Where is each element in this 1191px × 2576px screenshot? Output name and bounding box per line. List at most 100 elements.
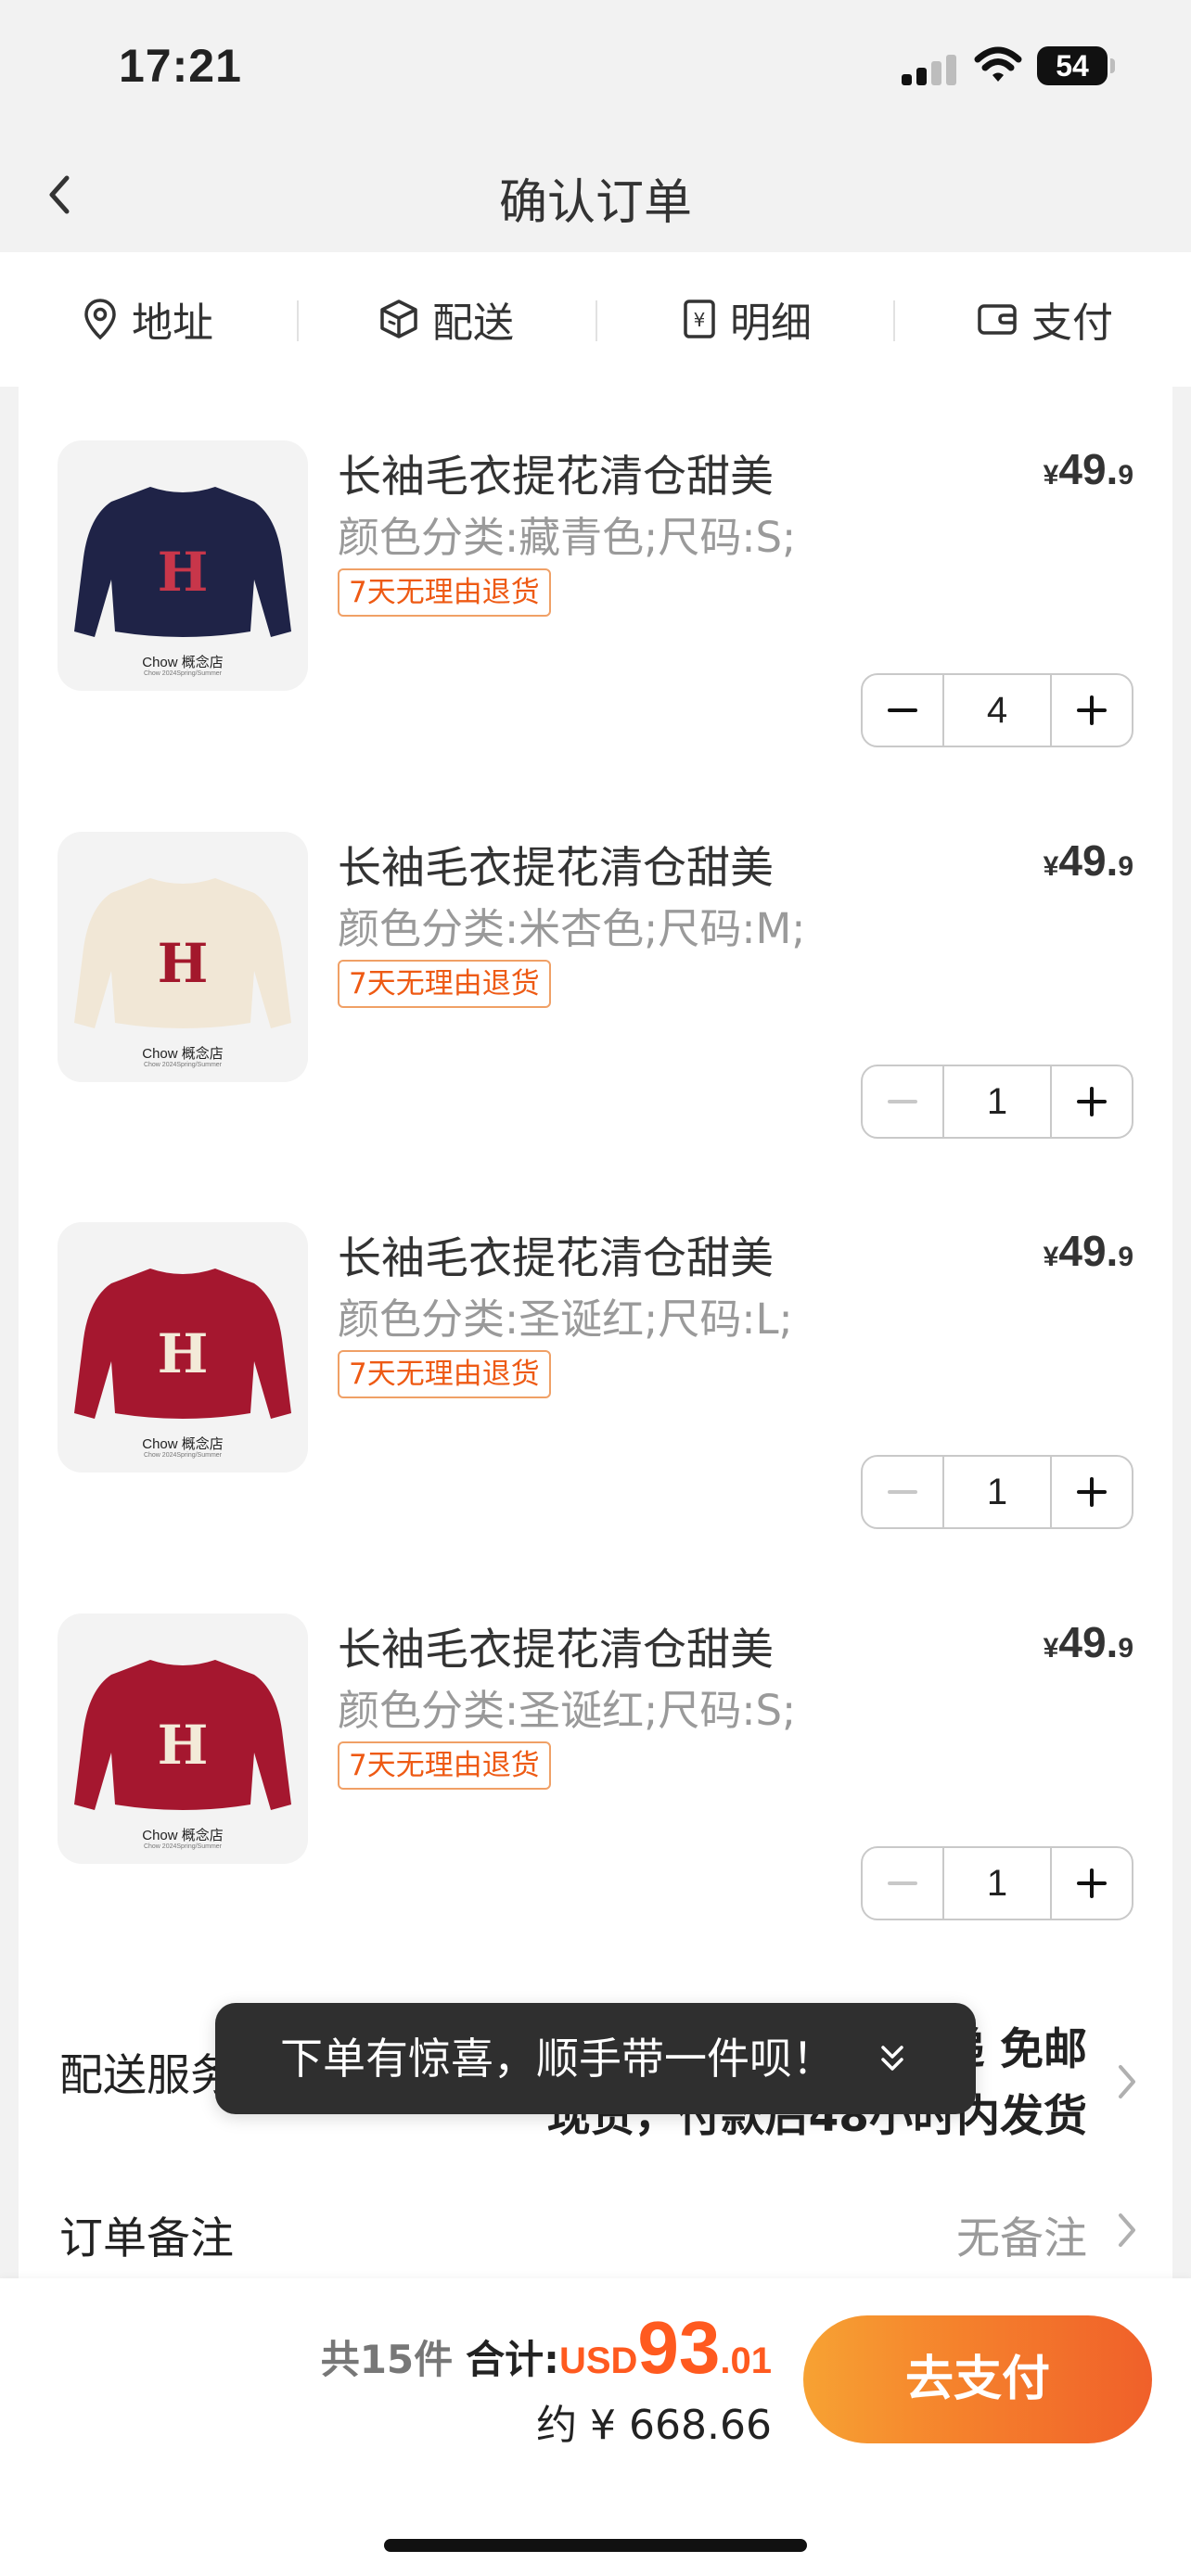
plus-icon <box>1077 695 1107 725</box>
product-item: H Chow 概念店 Chow 2024Spring/Summer 长袖毛衣提花… <box>19 387 1172 776</box>
minus-icon <box>888 708 917 712</box>
quantity-stepper: 4 <box>861 673 1133 747</box>
price-integer: 49. <box>1058 1618 1119 1666</box>
nav-bar: 确认订单 <box>0 139 1191 252</box>
status-bar: 17:21 54 <box>0 0 1191 139</box>
return-policy-tag: 7天无理由退货 <box>338 960 551 1008</box>
divider <box>893 300 895 341</box>
approx-total: 约 ¥ 668.66 <box>536 2402 772 2449</box>
tab-details-label: 明细 <box>730 300 812 347</box>
tab-address[interactable]: 地址 <box>82 286 213 352</box>
plus-icon <box>1077 1868 1107 1898</box>
product-image[interactable]: H Chow 概念店 Chow 2024Spring/Summer <box>58 1613 308 1864</box>
plus-icon <box>1077 1477 1107 1507</box>
decrease-button[interactable] <box>863 1457 942 1527</box>
checkout-steps: 地址 配送 ¥ 明细 支付 <box>0 252 1191 387</box>
store-sublabel: Chow 2024Spring/Summer <box>143 1452 223 1459</box>
price-decimal: 9 <box>1118 1242 1133 1272</box>
product-price: ¥49.9 <box>1044 1617 1133 1667</box>
quantity-value[interactable]: 1 <box>942 1066 1052 1137</box>
price-currency: ¥ <box>1043 460 1059 491</box>
remark-value: 无备注 <box>956 2213 1087 2264</box>
store-label: Chow 概念店 <box>142 655 224 670</box>
price-decimal: 9 <box>1118 460 1133 491</box>
product-item: H Chow 概念店 Chow 2024Spring/Summer 长袖毛衣提花… <box>19 1168 1172 1558</box>
store-sublabel: Chow 2024Spring/Summer <box>143 1062 223 1068</box>
double-chevron-down-icon <box>881 2046 903 2071</box>
product-item: H Chow 概念店 Chow 2024Spring/Summer 长袖毛衣提花… <box>19 778 1172 1167</box>
product-item: H Chow 概念店 Chow 2024Spring/Summer 长袖毛衣提花… <box>19 1560 1172 1949</box>
order-total: 共15件 合计: USD 93 .01 <box>321 2306 772 2390</box>
quantity-value[interactable]: 4 <box>942 675 1052 746</box>
product-variant[interactable]: 颜色分类:圣诞红;尺码:S; <box>338 1677 796 1737</box>
page-title: 确认订单 <box>498 175 692 231</box>
tab-delivery-label: 配送 <box>432 300 514 347</box>
product-price: ¥49.9 <box>1044 835 1133 886</box>
product-image[interactable]: H Chow 概念店 Chow 2024Spring/Summer <box>58 1222 308 1473</box>
svg-text:¥: ¥ <box>694 309 706 331</box>
return-policy-tag: 7天无理由退货 <box>338 1350 551 1398</box>
svg-text:H: H <box>158 1322 209 1385</box>
decrease-button[interactable] <box>863 1848 942 1919</box>
wallet-icon <box>978 304 1017 335</box>
product-title[interactable]: 长袖毛衣提花清仓甜美 <box>338 440 774 504</box>
price-integer: 49. <box>1058 445 1119 493</box>
store-label: Chow 概念店 <box>142 1828 224 1843</box>
return-policy-tag: 7天无理由退货 <box>338 568 551 617</box>
order-remark-row[interactable]: 订单备注 无备注 <box>19 2165 1172 2276</box>
product-price: ¥49.9 <box>1044 444 1133 494</box>
store-sublabel: Chow 2024Spring/Summer <box>143 1843 223 1850</box>
total-label: 合计: <box>466 2337 559 2382</box>
product-price: ¥49.9 <box>1044 1226 1133 1276</box>
signal-icon <box>902 54 957 85</box>
decrease-button[interactable] <box>863 675 942 746</box>
store-label: Chow 概念店 <box>142 1436 224 1452</box>
product-variant[interactable]: 颜色分类:米杏色;尺码:M; <box>338 895 805 955</box>
chevron-right-icon <box>1119 2065 1135 2098</box>
tab-address-label: 地址 <box>132 300 213 347</box>
product-image[interactable]: H Chow 概念店 Chow 2024Spring/Summer <box>58 440 308 691</box>
svg-text:H: H <box>158 932 209 995</box>
package-icon <box>380 300 417 338</box>
quantity-value[interactable]: 1 <box>942 1848 1052 1919</box>
quantity-stepper: 1 <box>861 1846 1133 1920</box>
order-content: H Chow 概念店 Chow 2024Spring/Summer 长袖毛衣提花… <box>19 387 1172 2278</box>
tab-delivery[interactable]: 配送 <box>378 286 514 352</box>
total-integer: 93 <box>637 2306 721 2389</box>
product-image[interactable]: H Chow 概念店 Chow 2024Spring/Summer <box>58 832 308 1082</box>
return-policy-tag: 7天无理由退货 <box>338 1741 551 1790</box>
increase-button[interactable] <box>1052 1848 1132 1919</box>
product-variant[interactable]: 颜色分类:圣诞红;尺码:L; <box>338 1285 793 1345</box>
battery-icon: 54 <box>1037 46 1115 85</box>
price-currency: ¥ <box>1043 851 1059 882</box>
price-integer: 49. <box>1058 1227 1119 1275</box>
product-title[interactable]: 长袖毛衣提花清仓甜美 <box>338 1613 774 1677</box>
battery-level: 54 <box>1037 46 1108 85</box>
checkout-bar: 共15件 合计: USD 93 .01 约 ¥ 668.66 去支付 <box>0 2278 1191 2576</box>
location-pin-icon <box>84 299 116 340</box>
product-title[interactable]: 长袖毛衣提花清仓甜美 <box>338 832 774 896</box>
decrease-button[interactable] <box>863 1066 942 1137</box>
price-decimal: 9 <box>1118 1633 1133 1664</box>
total-currency: USD <box>558 2340 638 2381</box>
increase-button[interactable] <box>1052 1457 1132 1527</box>
svg-text:H: H <box>158 541 209 604</box>
promo-toast[interactable]: 下单有惊喜，顺手带一件呗！ <box>215 2003 976 2114</box>
product-variant[interactable]: 颜色分类:藏青色;尺码:S; <box>338 504 796 564</box>
home-indicator <box>384 2539 807 2552</box>
store-sublabel: Chow 2024Spring/Summer <box>143 670 223 677</box>
increase-button[interactable] <box>1052 1066 1132 1137</box>
tab-payment[interactable]: 支付 <box>976 286 1113 352</box>
quantity-stepper: 1 <box>861 1065 1133 1139</box>
wifi-icon <box>974 46 1022 82</box>
receipt-icon: ¥ <box>684 300 715 338</box>
increase-button[interactable] <box>1052 675 1132 746</box>
tab-details[interactable]: ¥ 明细 <box>682 286 812 352</box>
quantity-value[interactable]: 1 <box>942 1457 1052 1527</box>
total-decimal: .01 <box>720 2340 772 2381</box>
item-count: 共15件 <box>320 2337 454 2382</box>
pay-button[interactable]: 去支付 <box>803 2315 1152 2443</box>
divider <box>297 300 299 341</box>
price-currency: ¥ <box>1043 1633 1059 1664</box>
product-title[interactable]: 长袖毛衣提花清仓甜美 <box>338 1222 774 1286</box>
